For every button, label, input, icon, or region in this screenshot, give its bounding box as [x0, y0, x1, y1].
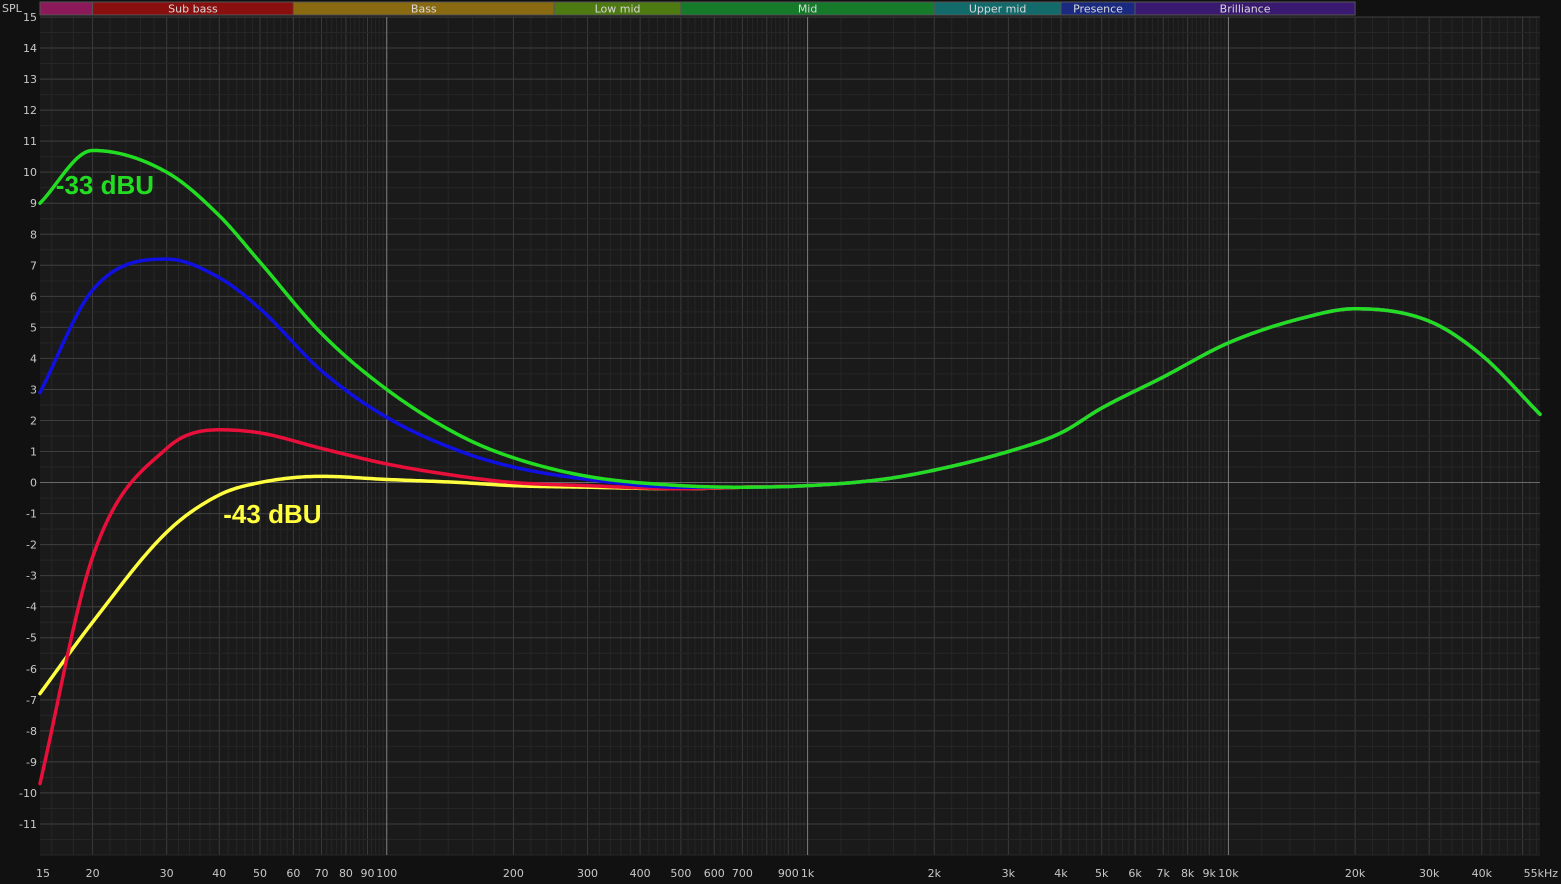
y-tick-label: 2	[30, 414, 37, 427]
y-tick-label: -2	[26, 539, 37, 552]
frequency-band-bar: Sub bass Bass Low mid Mid Upper mid Presence B…	[39, 1, 1356, 16]
y-tick-label: 5	[30, 321, 37, 334]
y-tick-label: 11	[23, 135, 37, 148]
x-tick-label: 55kHz	[1524, 867, 1559, 880]
y-axis-title: SPL	[2, 2, 23, 15]
x-tick-label: 100	[376, 867, 397, 880]
x-tick-label: 5k	[1095, 867, 1109, 880]
x-tick-label: 90	[360, 867, 374, 880]
band-segment	[39, 1, 94, 16]
band-label: Sub bass	[168, 3, 218, 16]
y-tick-label: 4	[30, 352, 37, 365]
x-tick-label: 7k	[1157, 867, 1171, 880]
y-tick-label: 15	[23, 11, 37, 24]
y-tick-label: 8	[30, 228, 37, 241]
y-tick-label: -4	[26, 601, 37, 614]
spl-frequency-response-chart: Sub bass Bass Low mid Mid Upper mid Presence B…	[0, 0, 1561, 884]
x-tick-label: 8k	[1181, 867, 1195, 880]
x-tick-label: 1k	[801, 867, 815, 880]
y-tick-label: 10	[23, 166, 37, 179]
x-tick-label: 60	[286, 867, 300, 880]
y-tick-label: 7	[30, 259, 37, 272]
x-tick-label: 80	[339, 867, 353, 880]
x-tick-label: 50	[253, 867, 267, 880]
y-tick-label: 13	[23, 73, 37, 86]
x-tick-label: 700	[732, 867, 753, 880]
y-tick-label: -6	[26, 663, 37, 676]
band-label: Presence	[1073, 3, 1123, 16]
x-tick-label: 6k	[1128, 867, 1142, 880]
x-tick-label: 9k	[1202, 867, 1216, 880]
x-tick-label: 300	[577, 867, 598, 880]
x-tick-label: 2k	[928, 867, 942, 880]
x-tick-label: 200	[503, 867, 524, 880]
y-tick-label: 14	[23, 42, 37, 55]
band-label: Brilliance	[1220, 3, 1271, 16]
band-label: Upper mid	[969, 3, 1027, 16]
x-tick-label: 15	[36, 867, 50, 880]
y-tick-label: -9	[26, 756, 37, 769]
x-tick-label: 500	[670, 867, 691, 880]
x-tick-label: 4k	[1054, 867, 1068, 880]
y-tick-label: 0	[30, 477, 37, 490]
x-tick-label: 900	[778, 867, 799, 880]
y-tick-label: 9	[30, 197, 37, 210]
x-tick-label: 70	[315, 867, 329, 880]
band-label: Mid	[798, 3, 818, 16]
y-tick-label: -1	[26, 508, 37, 521]
band-label: Low mid	[595, 3, 641, 16]
x-tick-label: 40k	[1472, 867, 1493, 880]
chart-svg: Sub bass Bass Low mid Mid Upper mid Presence B…	[0, 0, 1561, 884]
band-label: Bass	[411, 3, 437, 16]
y-tick-label: -11	[19, 818, 37, 831]
y-tick-label: 1	[30, 446, 37, 459]
y-tick-label: 3	[30, 383, 37, 396]
y-tick-label: -10	[19, 787, 37, 800]
x-tick-label: 600	[704, 867, 725, 880]
annotation-label: -43 dBU	[223, 499, 321, 529]
x-tick-label: 10k	[1218, 867, 1239, 880]
annotation-label: -33 dBU	[56, 170, 154, 200]
y-tick-label: -5	[26, 632, 37, 645]
x-tick-label: 30k	[1419, 867, 1440, 880]
x-tick-label: 40	[212, 867, 226, 880]
y-tick-label: 6	[30, 290, 37, 303]
y-tick-label: -3	[26, 570, 37, 583]
y-tick-label: -7	[26, 694, 37, 707]
x-tick-label: 30	[160, 867, 174, 880]
y-tick-label: -8	[26, 725, 37, 738]
x-tick-label: 400	[630, 867, 651, 880]
x-tick-label: 20	[86, 867, 100, 880]
y-tick-label: 12	[23, 104, 37, 117]
x-tick-label: 3k	[1002, 867, 1016, 880]
x-tick-label: 20k	[1345, 867, 1366, 880]
